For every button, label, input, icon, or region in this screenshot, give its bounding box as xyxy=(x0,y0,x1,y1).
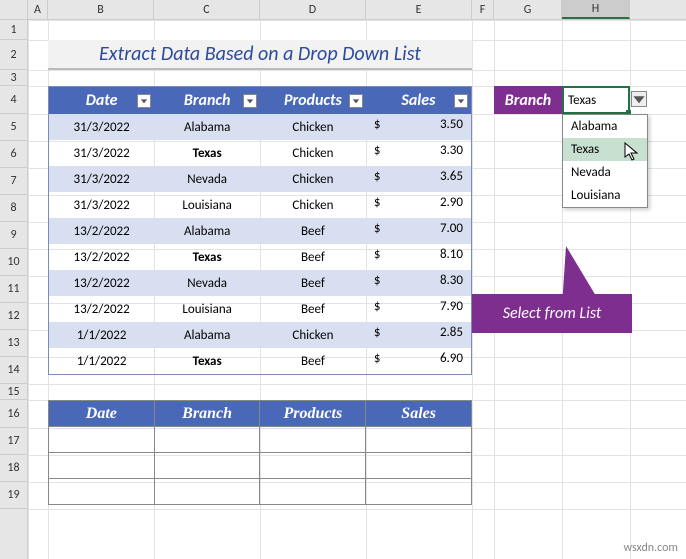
result-table: Date Branch Products Sales xyxy=(48,400,472,505)
table-row[interactable]: 13/2/2022NevadaBeef$8.30 xyxy=(49,270,472,296)
filter-button-branch[interactable] xyxy=(243,94,257,108)
callout: Select from List xyxy=(472,294,632,333)
column-header-G[interactable]: G xyxy=(494,0,562,19)
callout-text: Select from List xyxy=(503,304,601,323)
table-row[interactable] xyxy=(49,479,472,505)
row-header-1[interactable]: 1 xyxy=(0,20,27,40)
filter-button-date[interactable] xyxy=(137,94,151,108)
row-header-9[interactable]: 9 xyxy=(0,222,27,249)
row-header-12[interactable]: 12 xyxy=(0,303,27,330)
dropdown-list[interactable]: AlabamaTexasNevadaLouisiana xyxy=(562,114,648,208)
table-row[interactable]: 1/1/2022TexasBeef$6.90 xyxy=(49,348,472,375)
row-header-4[interactable]: 4 xyxy=(0,86,27,114)
row-header-16[interactable]: 16 xyxy=(0,400,27,428)
row-header-19[interactable]: 19 xyxy=(0,482,27,509)
filter-button-products[interactable] xyxy=(349,94,363,108)
filter-button-sales[interactable] xyxy=(454,94,468,108)
title-cell: Extract Data Based on a Drop Down List xyxy=(48,40,472,70)
dropdown-item[interactable]: Alabama xyxy=(563,115,647,138)
dropdown-item[interactable]: Louisiana xyxy=(563,184,647,207)
row-header-6[interactable]: 6 xyxy=(0,141,27,168)
row-header-8[interactable]: 8 xyxy=(0,195,27,222)
row-header-11[interactable]: 11 xyxy=(0,276,27,303)
rth-branch: Branch xyxy=(154,401,260,427)
row-header-10[interactable]: 10 xyxy=(0,249,27,276)
row-header-7[interactable]: 7 xyxy=(0,168,27,195)
row-header-bar: 12345678910111213141516171819 xyxy=(0,20,28,559)
table-row[interactable]: 13/2/2022LouisianaBeef$7.90 xyxy=(49,296,472,322)
column-header-B[interactable]: B xyxy=(48,0,154,19)
row-header-13[interactable]: 13 xyxy=(0,330,27,357)
table-row[interactable]: 31/3/2022TexasChicken$3.30 xyxy=(49,140,472,166)
table-row[interactable] xyxy=(49,453,472,479)
column-header-bar: ABCDEFGH xyxy=(0,0,686,20)
row-header-5[interactable]: 5 xyxy=(0,114,27,141)
table-row[interactable]: 13/2/2022TexasBeef$8.10 xyxy=(49,244,472,270)
dropdown-item[interactable]: Texas xyxy=(563,138,647,161)
row-header-15[interactable]: 15 xyxy=(0,384,27,400)
th-products[interactable]: Products xyxy=(260,87,366,115)
chevron-down-icon xyxy=(632,92,646,106)
table-row[interactable]: 31/3/2022AlabamaChicken$3.50 xyxy=(49,114,472,140)
row-header-17[interactable]: 17 xyxy=(0,428,27,455)
select-all-corner[interactable] xyxy=(0,0,28,19)
row-header-14[interactable]: 14 xyxy=(0,357,27,384)
column-header-A[interactable]: A xyxy=(28,0,48,19)
table-row[interactable]: 31/3/2022NevadaChicken$3.65 xyxy=(49,166,472,192)
table-row[interactable]: 13/2/2022AlabamaBeef$7.00 xyxy=(49,218,472,244)
dropdown-button[interactable] xyxy=(631,91,647,107)
row-header-3[interactable]: 3 xyxy=(0,70,27,86)
column-header-F[interactable]: F xyxy=(472,0,494,19)
th-date[interactable]: Date xyxy=(49,87,155,115)
rth-products: Products xyxy=(260,401,366,427)
dropdown-item[interactable]: Nevada xyxy=(563,161,647,184)
table-row[interactable] xyxy=(49,427,472,453)
selected-cell[interactable]: Texas xyxy=(562,86,630,114)
row-header-18[interactable]: 18 xyxy=(0,455,27,482)
th-branch[interactable]: Branch xyxy=(154,87,260,115)
column-header-C[interactable]: C xyxy=(154,0,260,19)
th-sales[interactable]: Sales xyxy=(366,87,472,115)
column-header-H[interactable]: H xyxy=(562,0,630,19)
watermark: wsxdn.com xyxy=(623,541,678,555)
worksheet-grid[interactable]: Extract Data Based on a Drop Down List D… xyxy=(28,20,686,559)
data-table: Date Branch Products Sales 31/3/2022Alab… xyxy=(48,86,472,375)
title-text: Extract Data Based on a Drop Down List xyxy=(99,42,421,66)
rth-sales: Sales xyxy=(366,401,472,427)
column-header-E[interactable]: E xyxy=(366,0,472,19)
cell-value: Texas xyxy=(568,93,596,108)
row-header-2[interactable]: 2 xyxy=(0,40,27,70)
branch-label-cell: Branch xyxy=(494,86,562,114)
table-row[interactable]: 1/1/2022AlabamaChicken$2.85 xyxy=(49,322,472,348)
rth-date: Date xyxy=(49,401,155,427)
column-header-D[interactable]: D xyxy=(260,0,366,19)
table-row[interactable]: 31/3/2022LouisianaChicken$2.90 xyxy=(49,192,472,218)
